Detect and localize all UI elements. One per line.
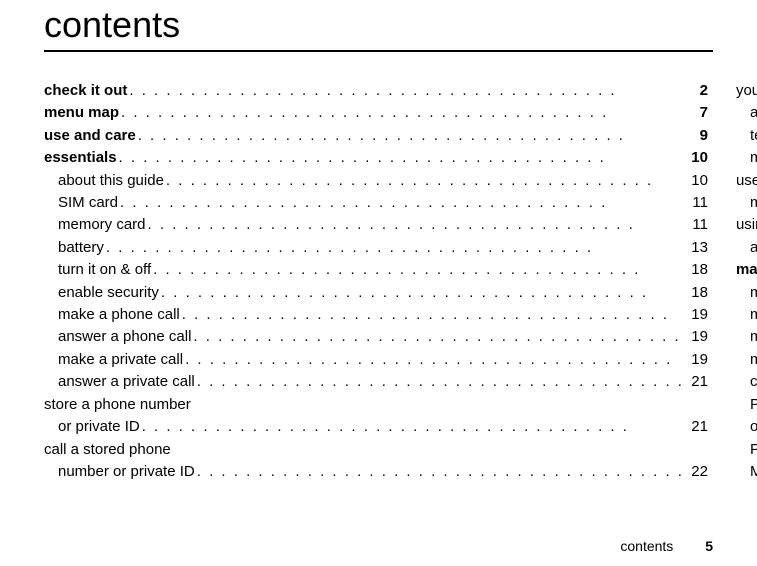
toc-entry-label: mass storage device bbox=[750, 192, 757, 214]
toc-entry-label: or private ID bbox=[58, 416, 140, 438]
toc-entry-page: 18 bbox=[686, 259, 708, 281]
toc-entry-label: camera bbox=[750, 371, 757, 393]
toc-dots bbox=[119, 102, 686, 124]
toc-entry-label: use and care bbox=[44, 125, 136, 147]
toc-entry-label: MMS bbox=[750, 461, 757, 483]
toc-entry-label: text messages bbox=[750, 125, 757, 147]
toc-subsection: about this guide 10 SIM card 11 memory car… bbox=[44, 170, 708, 484]
toc-dots bbox=[140, 416, 686, 438]
toc-entry-label: use your phone as USB bbox=[736, 172, 757, 189]
toc-entry-page: 18 bbox=[686, 282, 708, 304]
toc-entry-page: 10 bbox=[686, 147, 708, 169]
toc-entry-label: essentials bbox=[44, 147, 117, 169]
toc-dots bbox=[183, 349, 686, 371]
toc-entry-page: 19 bbox=[686, 304, 708, 326]
toc-entry-label: main attractions bbox=[736, 259, 757, 281]
toc-dots bbox=[180, 304, 686, 326]
toc-entry-page: 19 bbox=[686, 349, 708, 371]
toc-entry-label: one touch PTT bbox=[750, 416, 757, 438]
toc-entry-label: make a phone call bbox=[58, 304, 180, 326]
toc-entry-label: memory card bbox=[58, 214, 146, 236]
toc-entry-label: and Private ID bbox=[750, 102, 757, 124]
toc-entry-label: multimedia bbox=[750, 282, 757, 304]
toc-entry-label: store a phone number bbox=[44, 396, 191, 413]
toc-entry-page: 22 bbox=[686, 461, 708, 483]
toc-entry-label: SIM card bbox=[58, 192, 118, 214]
toc-entry-label: manage memory bbox=[750, 147, 757, 169]
toc-entry-label: make a private call bbox=[58, 349, 183, 371]
toc-dots bbox=[195, 461, 686, 483]
toc-entry-label: answer a private call bbox=[58, 371, 195, 393]
toc-entry-page: 9 bbox=[686, 125, 708, 147]
toc-entry-label: battery bbox=[58, 237, 104, 259]
toc-entry-label: PT manager bbox=[750, 439, 757, 461]
toc-subsection: your phone number and Private ID23 text … bbox=[736, 80, 757, 259]
toc-entry-page: 7 bbox=[686, 102, 708, 124]
footer-label: contents bbox=[620, 538, 673, 554]
page-footer: contents 5 bbox=[620, 538, 713, 554]
toc-entry-label: about this guide bbox=[58, 170, 164, 192]
toc-entry-label: my images bbox=[750, 326, 757, 348]
footer-page-number: 5 bbox=[705, 538, 713, 554]
toc-entry-label: check it out bbox=[44, 80, 127, 102]
toc-entry-label: my videos bbox=[750, 349, 757, 371]
toc-dots bbox=[151, 259, 686, 281]
toc-dots bbox=[118, 192, 686, 214]
toc-dots bbox=[159, 282, 686, 304]
toc-entry-label: my music bbox=[750, 304, 757, 326]
toc-entry-label: as a modem bbox=[750, 237, 757, 259]
toc-entry-label: number or private ID bbox=[58, 461, 195, 483]
toc-entry-label: answer a phone call bbox=[58, 326, 191, 348]
toc-col-2: your phone number and Private ID23 text … bbox=[736, 80, 757, 488]
toc-subsection: multimedia30 my music34 my images42 my v… bbox=[736, 282, 757, 484]
toc-entry-label: call a stored phone bbox=[44, 441, 171, 458]
toc-entry-label: using your handset bbox=[736, 216, 757, 233]
toc-dots bbox=[191, 326, 686, 348]
toc-entry-label: menu map bbox=[44, 102, 119, 124]
toc-entry-label: PTX features bbox=[750, 394, 757, 416]
toc-dots bbox=[127, 80, 686, 102]
toc-entry-page: 11 bbox=[686, 214, 708, 236]
toc-col-1: check it out 2 menu map 7 use and care 9… bbox=[44, 80, 708, 488]
toc-dots bbox=[164, 170, 686, 192]
toc-entry-label: turn it on & off bbox=[58, 259, 151, 281]
toc-entry-page: 21 bbox=[686, 371, 708, 393]
toc-entry-page: 2 bbox=[686, 80, 708, 102]
toc-entry-page: 10 bbox=[686, 170, 708, 192]
toc-entry-page: 21 bbox=[686, 416, 708, 438]
toc-dots bbox=[117, 147, 686, 169]
toc-columns: check it out 2 menu map 7 use and care 9… bbox=[44, 80, 713, 488]
page-title: contents bbox=[44, 4, 180, 50]
toc-entry-label: your phone number bbox=[736, 82, 757, 99]
toc-dots bbox=[104, 237, 686, 259]
toc-dots bbox=[136, 125, 686, 147]
toc-entry-page: 13 bbox=[686, 237, 708, 259]
toc-entry-label: enable security bbox=[58, 282, 159, 304]
toc-entry-page: 11 bbox=[686, 192, 708, 214]
toc-dots bbox=[195, 371, 686, 393]
toc-dots bbox=[146, 214, 686, 236]
toc-entry-page: 19 bbox=[686, 326, 708, 348]
